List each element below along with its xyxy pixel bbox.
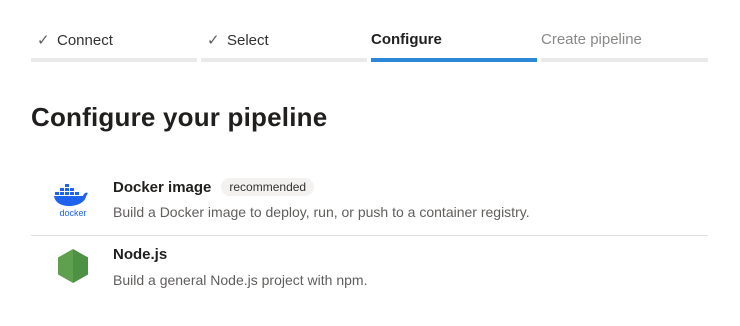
step-configure-label: Configure [371,31,442,48]
option-nodejs[interactable]: Node.js Build a general Node.js project … [31,236,708,304]
step-create-pipeline: Create pipeline [541,0,708,64]
page-title: Configure your pipeline [31,102,328,132]
step-connect-text: Connect [57,32,113,49]
step-configure-bar [371,58,537,62]
option-name: Node.js [113,246,168,263]
step-select[interactable]: ✓ Select [201,0,367,64]
step-connect-label: ✓ Connect [37,31,113,49]
step-create-pipeline-label: Create pipeline [541,31,642,48]
option-description: Build a general Node.js project with npm… [113,272,368,288]
option-description: Build a Docker image to deploy, run, or … [113,204,530,220]
recommended-badge: recommended [221,178,315,196]
checkmark-icon: ✓ [37,32,50,49]
step-select-bar [201,58,367,62]
checkmark-icon: ✓ [207,32,220,49]
step-select-label: ✓ Select [207,31,269,49]
docker-wordmark: docker [59,208,86,218]
step-connect[interactable]: ✓ Connect [31,0,197,64]
option-docker-image[interactable]: docker Docker image recommended Build a D… [31,168,708,236]
nodejs-icon [53,246,93,286]
step-configure[interactable]: Configure [371,0,537,64]
docker-name-text: Docker image [113,179,212,196]
step-select-text: Select [227,32,269,49]
wizard-stepper: ✓ Connect ✓ Select Configure Create pipeli… [31,0,708,64]
step-create-pipeline-bar [541,58,708,62]
step-connect-bar [31,58,197,62]
option-name: Docker image recommended [113,178,315,196]
docker-icon: docker [53,178,93,218]
